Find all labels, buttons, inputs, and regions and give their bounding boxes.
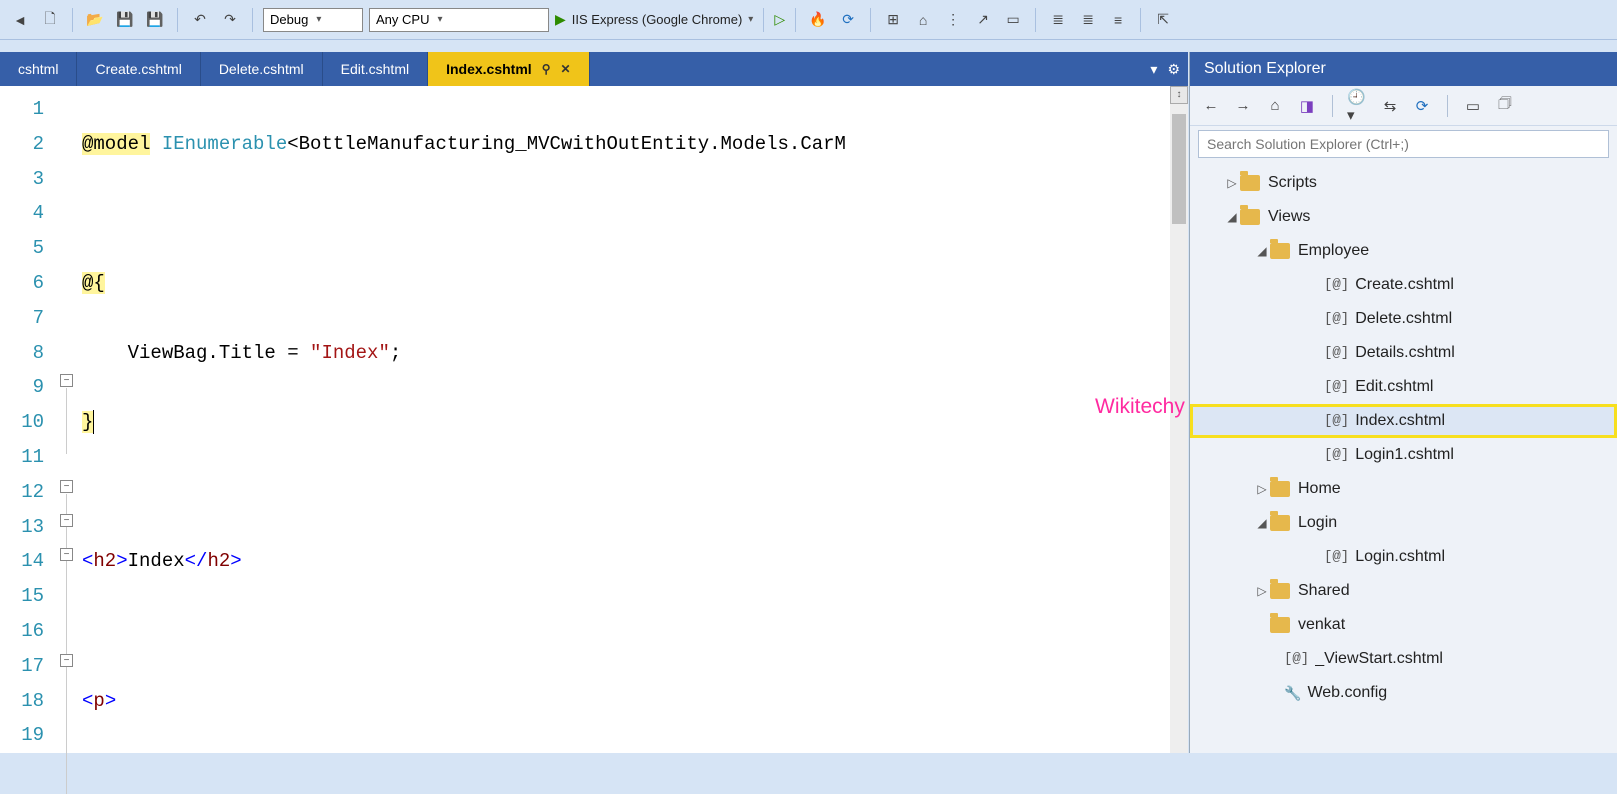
- toolbar-icon-d[interactable]: ↗: [971, 8, 995, 32]
- config-icon: 🔧: [1284, 685, 1301, 702]
- tab-settings-icon[interactable]: ⚙: [1167, 61, 1180, 78]
- nav-fwd-icon[interactable]: →: [1232, 95, 1254, 117]
- fold-box[interactable]: −: [60, 548, 73, 561]
- razor-icon: [@]: [1284, 651, 1309, 667]
- tree-folder-home[interactable]: ▷Home: [1190, 472, 1617, 506]
- tree-file-webconfig[interactable]: 🔧Web.config: [1190, 676, 1617, 710]
- document-tabs: cshtml Create.cshtml Delete.cshtml Edit.…: [0, 52, 1188, 86]
- line-gutter: 12345678910111213141516171819: [0, 86, 56, 753]
- search-input[interactable]: [1198, 130, 1609, 158]
- tree-file-index[interactable]: [@]Index.cshtml: [1190, 404, 1617, 438]
- show-all-icon[interactable]: 🗇: [1494, 95, 1516, 117]
- play-icon: ▶: [555, 11, 566, 28]
- solution-explorer-title: Solution Explorer: [1190, 52, 1617, 86]
- fold-box[interactable]: −: [60, 480, 73, 493]
- redo-icon[interactable]: ↷: [218, 8, 242, 32]
- nav-back-icon[interactable]: ◄: [8, 8, 32, 32]
- tab-edit[interactable]: Edit.cshtml: [323, 52, 428, 86]
- razor-icon: [@]: [1324, 311, 1349, 327]
- solution-explorer: Solution Explorer ← → ⌂ ◨ 🕘▾ ⇆ ⟳ ▭ 🗇 ▷Sc…: [1189, 52, 1617, 753]
- folder-icon: [1270, 617, 1290, 633]
- tree-file-delete[interactable]: [@]Delete.cshtml: [1190, 302, 1617, 336]
- new-item-icon[interactable]: 🗋: [38, 8, 62, 32]
- refresh-icon[interactable]: ⟳: [1411, 95, 1433, 117]
- run-button[interactable]: ▶IIS Express (Google Chrome)▾: [555, 11, 753, 28]
- tab-delete[interactable]: Delete.cshtml: [201, 52, 323, 86]
- razor-icon: [@]: [1324, 447, 1349, 463]
- tree-file-login[interactable]: [@]Login.cshtml: [1190, 540, 1617, 574]
- code-editor[interactable]: 12345678910111213141516171819 − − − − − …: [0, 86, 1188, 753]
- config-dropdown[interactable]: Debug▾: [263, 8, 363, 32]
- tab-partial[interactable]: cshtml: [0, 52, 77, 86]
- history-icon[interactable]: 🕘▾: [1347, 95, 1369, 117]
- scrollbar-thumb[interactable]: [1172, 114, 1186, 224]
- undo-icon[interactable]: ↶: [188, 8, 212, 32]
- tab-create[interactable]: Create.cshtml: [77, 52, 200, 86]
- split-box-icon[interactable]: ↕: [1170, 86, 1188, 104]
- save-all-icon[interactable]: 💾: [143, 8, 167, 32]
- tree-folder-employee[interactable]: ◢Employee: [1190, 234, 1617, 268]
- watermark-text: Wikitechy: [1095, 395, 1185, 419]
- code-content[interactable]: @model IEnumerable<BottleManufacturing_M…: [82, 86, 1188, 753]
- comment-icon[interactable]: ≡: [1106, 8, 1130, 32]
- folder-icon: [1270, 583, 1290, 599]
- toolbar-icon-e[interactable]: ▭: [1001, 8, 1025, 32]
- pin-icon[interactable]: ⚲: [542, 62, 551, 76]
- solution-tree: ▷Scripts ◢Views ◢Employee [@]Create.csht…: [1190, 162, 1617, 753]
- sync-icon[interactable]: ⇆: [1379, 95, 1401, 117]
- tree-file-viewstart[interactable]: [@]_ViewStart.cshtml: [1190, 642, 1617, 676]
- browser-link-icon[interactable]: 🔥: [806, 8, 830, 32]
- vertical-scrollbar[interactable]: [1170, 104, 1188, 753]
- fold-box[interactable]: −: [60, 374, 73, 387]
- fold-box[interactable]: −: [60, 514, 73, 527]
- home-icon[interactable]: ⌂: [1264, 95, 1286, 117]
- razor-icon: [@]: [1324, 345, 1349, 361]
- fold-column: − − − − −: [56, 86, 82, 753]
- tab-overflow-icon[interactable]: ▾: [1150, 61, 1157, 78]
- folder-icon: [1240, 209, 1260, 225]
- folder-icon: [1240, 175, 1260, 191]
- razor-icon: [@]: [1324, 379, 1349, 395]
- toolbar-icon-b[interactable]: ⌂: [911, 8, 935, 32]
- solution-explorer-search: [1190, 126, 1617, 162]
- tree-folder-venkat[interactable]: ▷venkat: [1190, 608, 1617, 642]
- toolbar-icon-c[interactable]: ⋮: [941, 8, 965, 32]
- indent-left-icon[interactable]: ≣: [1046, 8, 1070, 32]
- folder-icon: [1270, 243, 1290, 259]
- solution-icon[interactable]: ◨: [1296, 95, 1318, 117]
- tree-file-details[interactable]: [@]Details.cshtml: [1190, 336, 1617, 370]
- tree-file-create[interactable]: [@]Create.cshtml: [1190, 268, 1617, 302]
- run-label: IIS Express (Google Chrome): [572, 12, 743, 27]
- refresh-icon[interactable]: ⟳: [836, 8, 860, 32]
- main-toolbar: ◄ 🗋 📂 💾 💾 ↶ ↷ Debug▾ Any CPU▾ ▶ IIS Expre…: [0, 0, 1617, 40]
- folder-icon: [1270, 481, 1290, 497]
- platform-value: Any CPU: [376, 12, 429, 27]
- platform-dropdown[interactable]: Any CPU▾: [369, 8, 549, 32]
- toolbar-icon-a[interactable]: ⊞: [881, 8, 905, 32]
- solution-explorer-toolbar: ← → ⌂ ◨ 🕘▾ ⇆ ⟳ ▭ 🗇: [1190, 86, 1617, 126]
- nav-back-icon[interactable]: ←: [1200, 95, 1222, 117]
- save-icon[interactable]: 💾: [113, 8, 137, 32]
- razor-icon: [@]: [1324, 413, 1349, 429]
- tree-folder-login[interactable]: ◢Login: [1190, 506, 1617, 540]
- tree-folder-views[interactable]: ◢Views: [1190, 200, 1617, 234]
- close-icon[interactable]: ✕: [560, 62, 570, 76]
- config-value: Debug: [270, 12, 308, 27]
- indent-right-icon[interactable]: ≣: [1076, 8, 1100, 32]
- tree-folder-scripts[interactable]: ▷Scripts: [1190, 166, 1617, 200]
- collapse-icon[interactable]: ▭: [1462, 95, 1484, 117]
- folder-icon: [1270, 515, 1290, 531]
- tab-index[interactable]: Index.cshtml ⚲ ✕: [428, 52, 589, 86]
- tree-folder-shared[interactable]: ▷Shared: [1190, 574, 1617, 608]
- tree-file-login1[interactable]: [@]Login1.cshtml: [1190, 438, 1617, 472]
- tree-file-edit[interactable]: [@]Edit.cshtml: [1190, 370, 1617, 404]
- tab-index-label: Index.cshtml: [446, 61, 532, 77]
- open-icon[interactable]: 📂: [83, 8, 107, 32]
- start-without-debug-icon[interactable]: ▷: [774, 11, 785, 28]
- razor-icon: [@]: [1324, 549, 1349, 565]
- razor-icon: [@]: [1324, 277, 1349, 293]
- fold-box[interactable]: −: [60, 654, 73, 667]
- export-icon[interactable]: ⇱: [1151, 8, 1175, 32]
